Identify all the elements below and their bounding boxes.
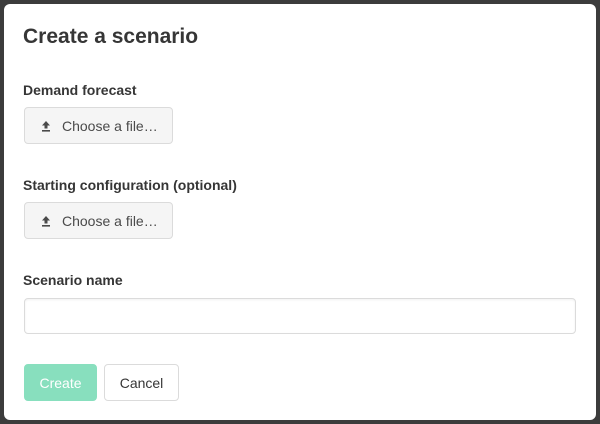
dialog-title: Create a scenario [23, 25, 199, 48]
starting-configuration-label: Starting configuration (optional) [23, 177, 237, 193]
upload-icon [40, 120, 52, 132]
cancel-button[interactable]: Cancel [104, 364, 179, 401]
scenario-name-label: Scenario name [23, 272, 123, 288]
upload-icon [40, 215, 52, 227]
create-button[interactable]: Create [24, 364, 97, 401]
demand-forecast-label: Demand forecast [23, 82, 137, 98]
starting-configuration-file-button-label: Choose a file… [62, 212, 158, 229]
starting-configuration-file-button[interactable]: Choose a file… [24, 202, 173, 239]
create-scenario-dialog: Create a scenario Demand forecast Choose… [4, 4, 596, 420]
demand-forecast-file-button[interactable]: Choose a file… [24, 107, 173, 144]
scenario-name-input[interactable] [24, 298, 576, 334]
demand-forecast-file-button-label: Choose a file… [62, 117, 158, 134]
